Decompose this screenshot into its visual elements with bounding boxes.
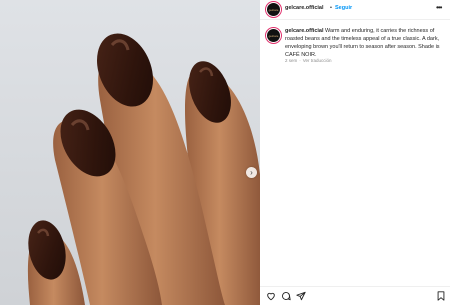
more-options-icon[interactable]: ••• (436, 3, 442, 12)
post-header: gelcare gelcare.official • Seguir ••• (260, 0, 450, 20)
post-image: › (0, 0, 260, 305)
post-actions (260, 286, 450, 306)
follow-button[interactable]: Seguir (335, 5, 352, 11)
chevron-right-icon: › (250, 167, 253, 177)
heart-icon[interactable] (266, 291, 276, 301)
post-caption: gelcare.official Warm and enduring, it c… (285, 27, 445, 59)
instagram-post-modal: › gelcare gelcare.official • Seguir ••• … (0, 0, 450, 305)
caption-avatar[interactable]: gelcare (267, 29, 280, 42)
next-image-button[interactable]: › (246, 167, 257, 178)
post-meta: 2 sem · Ver traducción (285, 58, 332, 63)
comment-icon[interactable] (281, 291, 291, 301)
post-time[interactable]: 2 sem (285, 58, 297, 63)
avatar[interactable]: gelcare (267, 3, 280, 16)
separator-dot: • (330, 5, 332, 11)
bookmark-icon[interactable] (436, 291, 446, 301)
share-icon[interactable] (296, 291, 306, 301)
caption-username[interactable]: gelcare.official (285, 28, 324, 34)
username-link[interactable]: gelcare.official (285, 5, 324, 11)
translate-link[interactable]: Ver traducción (303, 58, 332, 63)
meta-separator: · (299, 58, 301, 63)
nail-photo-illustration (27, 33, 260, 305)
post-details-panel: gelcare gelcare.official • Seguir ••• ge… (260, 0, 450, 305)
